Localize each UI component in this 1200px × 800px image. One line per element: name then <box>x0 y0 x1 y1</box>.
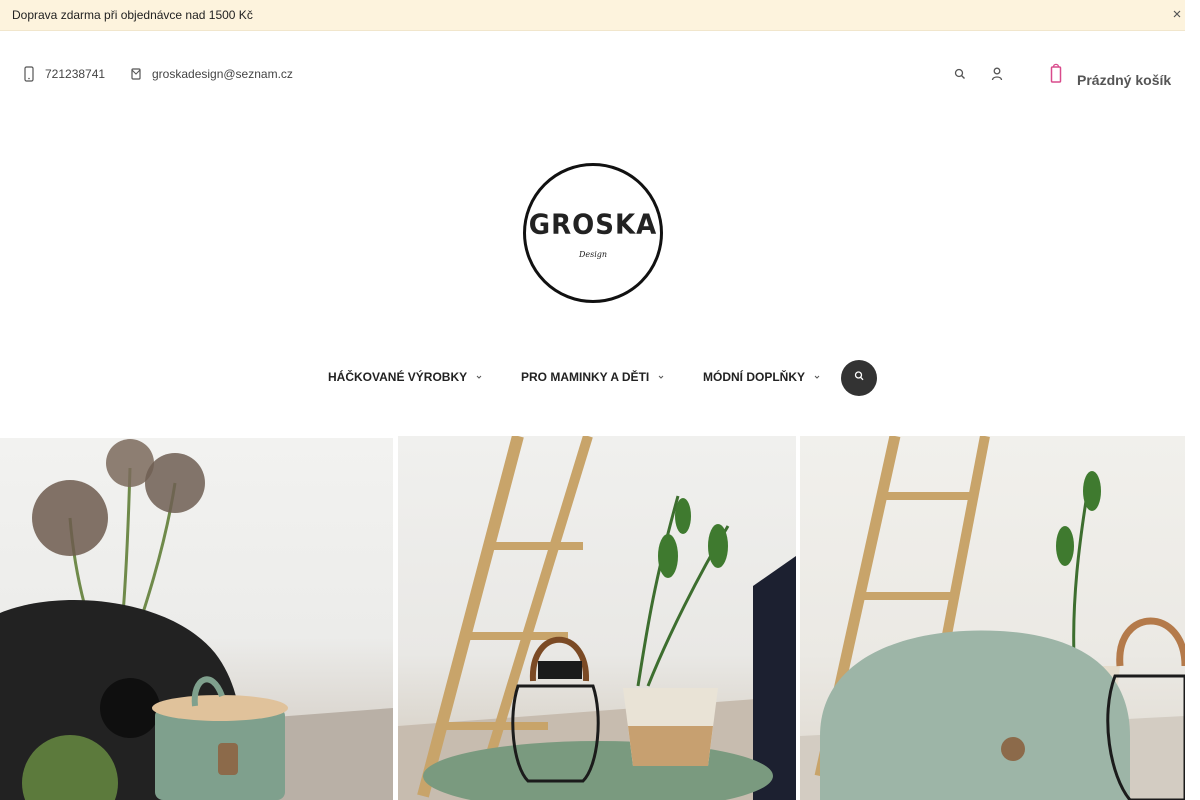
header-account-button[interactable] <box>987 66 1007 86</box>
gallery-photo-pouf[interactable] <box>800 436 1185 800</box>
announcement-bar: Doprava zdarma při objednávce nad 1500 K… <box>0 0 1185 31</box>
nav-item-hackovane-vyrobky[interactable]: HÁČKOVANÉ VÝROBKY <box>328 370 483 384</box>
close-icon[interactable] <box>1171 6 1183 22</box>
cart-label: Prázdný košík <box>1077 72 1172 88</box>
announcement-text: Doprava zdarma při objednávce nad 1500 K… <box>12 8 253 22</box>
search-icon <box>954 66 966 87</box>
chevron-down-icon <box>475 372 483 382</box>
nav-item-modni-doplnky[interactable]: MÓDNÍ DOPLŇKY <box>703 370 821 384</box>
nav-item-label: PRO MAMINKY A DĚTI <box>521 370 650 384</box>
gallery-photo-vase-basket[interactable] <box>0 438 393 800</box>
nav-item-label: MÓDNÍ DOPLŇKY <box>703 370 805 384</box>
user-icon <box>991 66 1003 87</box>
cart-button[interactable]: Prázdný košík <box>1046 58 1171 88</box>
search-icon <box>854 369 864 388</box>
nav-item-label: HÁČKOVANÉ VÝROBKY <box>328 370 468 384</box>
header-phone[interactable]: 721238741 <box>22 64 105 84</box>
hero-gallery <box>0 436 1185 800</box>
email-address: groskadesign@seznam.cz <box>152 67 293 81</box>
logo-brand: GROSKA <box>528 209 658 241</box>
phone-icon <box>22 64 36 84</box>
site-logo[interactable]: GROSKA Design <box>523 163 663 303</box>
chevron-down-icon <box>657 372 665 382</box>
header-email[interactable]: groskadesign@seznam.cz <box>129 64 293 84</box>
nav-item-pro-maminky-a-deti[interactable]: PRO MAMINKY A DĚTI <box>521 370 665 384</box>
nav-search-button[interactable] <box>841 360 877 396</box>
main-nav: HÁČKOVANÉ VÝROBKY PRO MAMINKY A DĚTI MÓD… <box>0 370 1185 388</box>
chevron-down-icon <box>813 372 821 382</box>
logo-sub: Design <box>578 250 608 259</box>
header-search-button[interactable] <box>950 66 970 86</box>
gallery-photo-ladder-plant[interactable] <box>398 436 796 800</box>
envelope-icon <box>129 64 143 84</box>
phone-number: 721238741 <box>45 67 106 81</box>
shopping-bag-icon <box>1046 58 1066 88</box>
